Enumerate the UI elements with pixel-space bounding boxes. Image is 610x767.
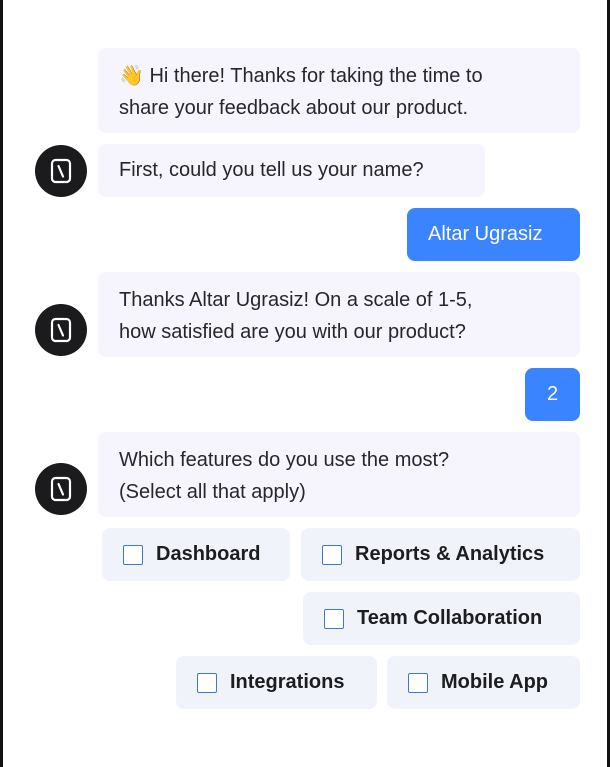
greeting-line-2: share your feedback about our product. [119,97,469,119]
bot-avatar [35,304,87,356]
option-dashboard[interactable]: Dashboard [102,528,290,581]
chat-transcript: 👋 Hi there! Thanks for taking the time t… [3,0,610,767]
checkbox-mobile-app[interactable] [408,672,428,693]
bot-logo-icon [50,476,72,502]
bot-avatar [35,145,87,197]
checkbox-dashboard[interactable] [123,544,143,565]
option-reports-analytics[interactable]: Reports & Analytics [301,528,580,581]
option-team-collaboration[interactable]: Team Collaboration [303,592,580,645]
greeting-line-1: 👋 Hi there! Thanks for taking the time t… [119,65,483,87]
option-label: Integrations [230,671,345,693]
user-message-rating: 2 [525,368,580,421]
bot-message-ask-rating: Thanks Altar Ugrasiz! On a scale of 1-5,… [98,272,580,357]
option-label: Mobile App [441,671,549,693]
checkbox-integrations[interactable] [197,672,217,693]
bot-avatar [35,463,87,515]
bot-message-ask-name: First, could you tell us your name? [98,144,485,197]
option-label: Reports & Analytics [355,543,545,565]
chat-window: 👋 Hi there! Thanks for taking the time t… [0,0,610,767]
option-mobile-app[interactable]: Mobile App [387,656,580,709]
option-label: Team Collaboration [357,607,543,629]
bot-message-greeting: 👋 Hi there! Thanks for taking the time t… [98,48,580,133]
wave-emoji: 👋 [119,65,144,87]
user-message-name: Altar Ugrasiz [407,208,580,261]
option-integrations[interactable]: Integrations [176,656,377,709]
checkbox-reports-analytics[interactable] [322,544,342,565]
option-label: Dashboard [156,543,261,565]
bot-message-ask-features: Which features do you use the most? (Sel… [98,432,580,517]
bot-logo-icon [50,158,72,184]
bot-logo-icon [50,317,72,343]
checkbox-team-collaboration[interactable] [324,608,344,629]
